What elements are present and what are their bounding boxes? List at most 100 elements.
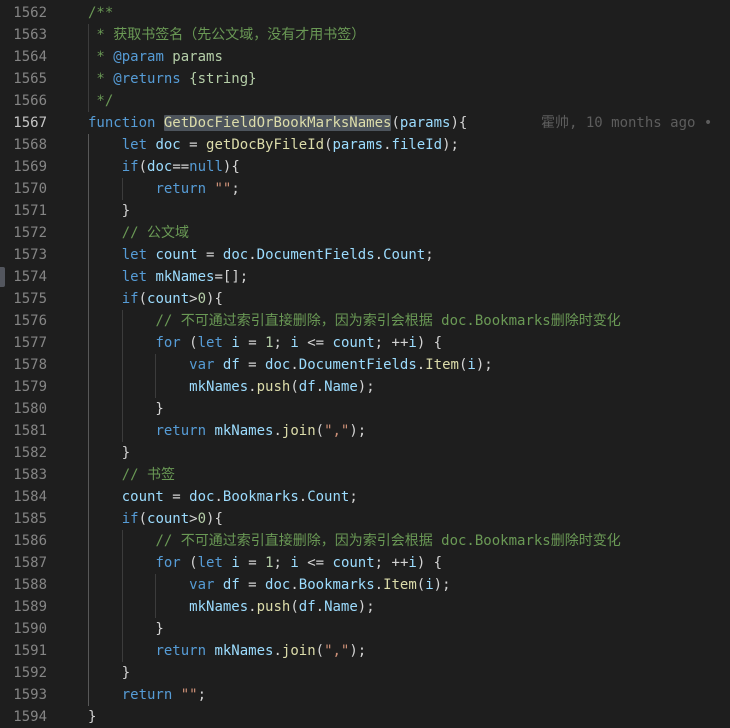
code-token: ( [138, 291, 148, 307]
git-blame-annotation[interactable]: 霍帅, 10 months ago • [541, 112, 712, 134]
line-number[interactable]: 1566 [0, 90, 47, 112]
line-number[interactable]: 1576 [0, 310, 47, 332]
code-token: . [383, 137, 392, 153]
line-number[interactable]: 1579 [0, 376, 47, 398]
code-token: if [121, 291, 139, 307]
line-number[interactable]: 1567 [0, 112, 47, 134]
line-number[interactable]: 1575 [0, 288, 47, 310]
code-row[interactable]: 1585 if(count>0){ [0, 508, 730, 530]
line-number[interactable]: 1574 [0, 266, 47, 288]
code-row[interactable]: 1589 mkNames.push(df.Name); [0, 596, 730, 618]
line-number[interactable]: 1568 [0, 134, 47, 156]
code-token: = [239, 357, 266, 373]
line-number[interactable]: 1564 [0, 46, 47, 68]
code-line-text: // 书签 [88, 464, 175, 486]
code-token: count [332, 555, 375, 571]
line-number[interactable]: 1585 [0, 508, 47, 530]
code-row[interactable]: 1570 return ""; [0, 178, 730, 200]
line-number[interactable]: 1588 [0, 574, 47, 596]
code-row[interactable]: 1587 for (let i = 1; i <= count; ++i) { [0, 552, 730, 574]
code-row[interactable]: 1594} [0, 706, 730, 728]
code-row[interactable]: 1582 } [0, 442, 730, 464]
code-row[interactable]: 1566 */ [0, 90, 730, 112]
line-number[interactable]: 1590 [0, 618, 47, 640]
code-row[interactable]: 1568 let doc = getDocByFileId(params.fil… [0, 134, 730, 156]
code-row[interactable]: 1572 // 公文域 [0, 222, 730, 244]
code-token: ); [442, 137, 459, 153]
code-token: 0 [197, 511, 207, 527]
code-line-text: * @returns {string} [88, 68, 256, 90]
line-number[interactable]: 1573 [0, 244, 47, 266]
line-number[interactable]: 1594 [0, 706, 47, 728]
line-number[interactable]: 1571 [0, 200, 47, 222]
code-row[interactable]: 1567 function GetDocFieldOrBookMarksNames… [0, 112, 730, 134]
line-number[interactable]: 1582 [0, 442, 47, 464]
code-row[interactable]: 1588 var df = doc.Bookmarks.Item(i); [0, 574, 730, 596]
line-number[interactable]: 1586 [0, 530, 47, 552]
code-row[interactable]: 1593 return ""; [0, 684, 730, 706]
code-token: i [231, 335, 240, 351]
code-row[interactable]: 1581 return mkNames.join(","); [0, 420, 730, 442]
code-row[interactable]: 1579 mkNames.push(df.Name); [0, 376, 730, 398]
code-row[interactable]: 1565 * @returns {string} [0, 68, 730, 90]
line-number[interactable]: 1587 [0, 552, 47, 574]
code-line-text: } [88, 618, 163, 640]
line-number[interactable]: 1584 [0, 486, 47, 508]
code-row[interactable]: 1591 return mkNames.join(","); [0, 640, 730, 662]
code-row[interactable]: 1576 // 不可通过索引直接删除，因为索引会根据 doc.Bookmarks… [0, 310, 730, 332]
line-number[interactable]: 1578 [0, 354, 47, 376]
code-token: } [88, 709, 97, 725]
code-row[interactable]: 1563 * 获取书签名（先公文域，没有才用书签） [0, 24, 730, 46]
line-number[interactable]: 1577 [0, 332, 47, 354]
line-number[interactable]: 1583 [0, 464, 47, 486]
code-row[interactable]: 1592 } [0, 662, 730, 684]
code-token: . [248, 247, 257, 263]
code-row[interactable]: 1569 if(doc==null){ [0, 156, 730, 178]
code-row[interactable]: 1577 for (let i = 1; i <= count; ++i) { [0, 332, 730, 354]
code-row[interactable]: 1586 // 不可通过索引直接删除，因为索引会根据 doc.Bookmarks… [0, 530, 730, 552]
line-number[interactable]: 1581 [0, 420, 47, 442]
code-token: = [180, 137, 207, 153]
code-line-text: count = doc.Bookmarks.Count; [88, 486, 358, 508]
line-number[interactable]: 1580 [0, 398, 47, 420]
line-number[interactable]: 1565 [0, 68, 47, 90]
code-token: ); [349, 643, 367, 659]
code-token: @param [113, 49, 164, 65]
code-token: "," [324, 423, 350, 439]
line-number[interactable]: 1562 [0, 2, 47, 24]
code-row[interactable]: 1574 let mkNames=[]; [0, 266, 730, 288]
code-token: "," [324, 643, 350, 659]
code-token: ){ [222, 159, 240, 175]
code-token: fileId [391, 137, 443, 153]
code-line-text: return mkNames.join(","); [88, 420, 366, 442]
line-number[interactable]: 1572 [0, 222, 47, 244]
code-token: Count [307, 489, 350, 505]
line-number[interactable]: 1593 [0, 684, 47, 706]
code-token: ( [315, 423, 325, 439]
line-number[interactable]: 1570 [0, 178, 47, 200]
code-row[interactable]: 1578 var df = doc.DocumentFields.Item(i)… [0, 354, 730, 376]
line-number[interactable]: 1589 [0, 596, 47, 618]
code-row[interactable]: 1564 * @param params [0, 46, 730, 68]
code-row[interactable]: 1575 if(count>0){ [0, 288, 730, 310]
line-number[interactable]: 1563 [0, 24, 47, 46]
line-number[interactable]: 1569 [0, 156, 47, 178]
code-token: doc [147, 159, 173, 175]
code-row[interactable]: 1571 } [0, 200, 730, 222]
code-row[interactable]: 1562 /** [0, 2, 730, 24]
code-row[interactable]: 1584 count = doc.Bookmarks.Count; [0, 486, 730, 508]
line-number[interactable]: 1591 [0, 640, 47, 662]
line-number[interactable]: 1592 [0, 662, 47, 684]
code-row[interactable]: 1590 } [0, 618, 730, 640]
code-row[interactable]: 1580 } [0, 398, 730, 420]
code-line-text: */ [88, 90, 113, 112]
code-row[interactable]: 1583 // 书签 [0, 464, 730, 486]
code-token: . [273, 423, 282, 439]
code-row[interactable]: 1573 let count = doc.DocumentFields.Coun… [0, 244, 730, 266]
